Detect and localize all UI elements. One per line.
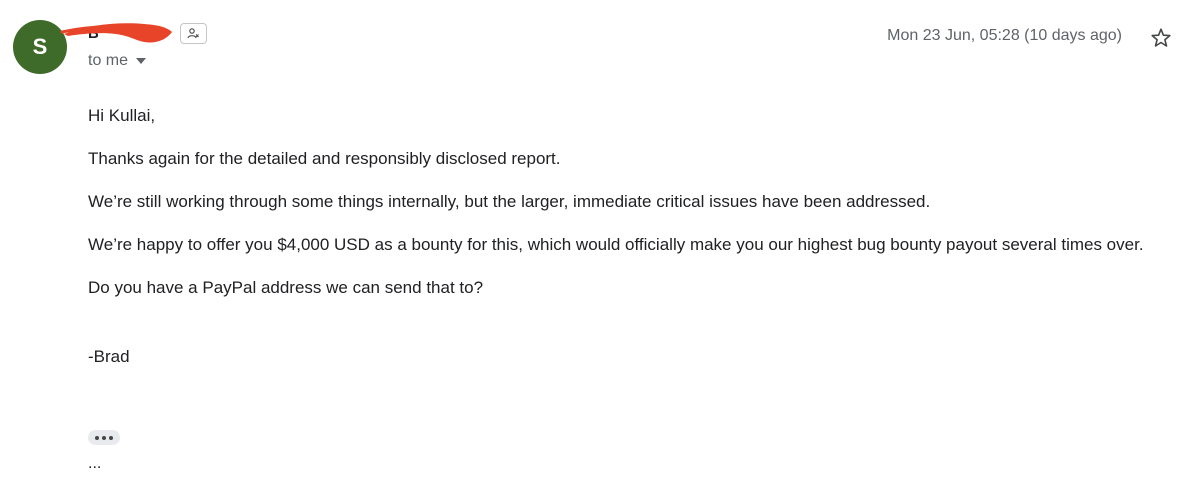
signature: -Brad [88, 347, 130, 366]
contact-card-button[interactable] [180, 23, 207, 44]
dot-icon [109, 435, 113, 440]
dot-icon [102, 435, 106, 440]
star-icon[interactable] [1149, 26, 1173, 50]
chevron-down-icon [136, 58, 147, 64]
recipient-details-toggle[interactable]: to me [88, 51, 147, 71]
paragraph: We’re happy to offer you $4,000 USD as a… [88, 235, 1144, 254]
show-trimmed-content-button[interactable] [88, 430, 120, 445]
recipient-label: to me [88, 52, 129, 69]
trailing-ellipsis: ... [88, 455, 102, 472]
message-timestamp: Mon 23 Jun, 05:28 (10 days ago) [887, 27, 1122, 44]
paragraph: We’re still working through some things … [88, 192, 931, 211]
redaction-mark [60, 23, 172, 43]
paragraph: Do you have a PayPal address we can send… [88, 278, 484, 297]
greeting: Hi Kullai, [88, 106, 156, 125]
dot-icon [95, 435, 99, 440]
person-icon [187, 28, 199, 39]
paragraph: Thanks again for the detailed and respon… [88, 149, 561, 168]
sender-avatar[interactable]: S [13, 20, 67, 74]
